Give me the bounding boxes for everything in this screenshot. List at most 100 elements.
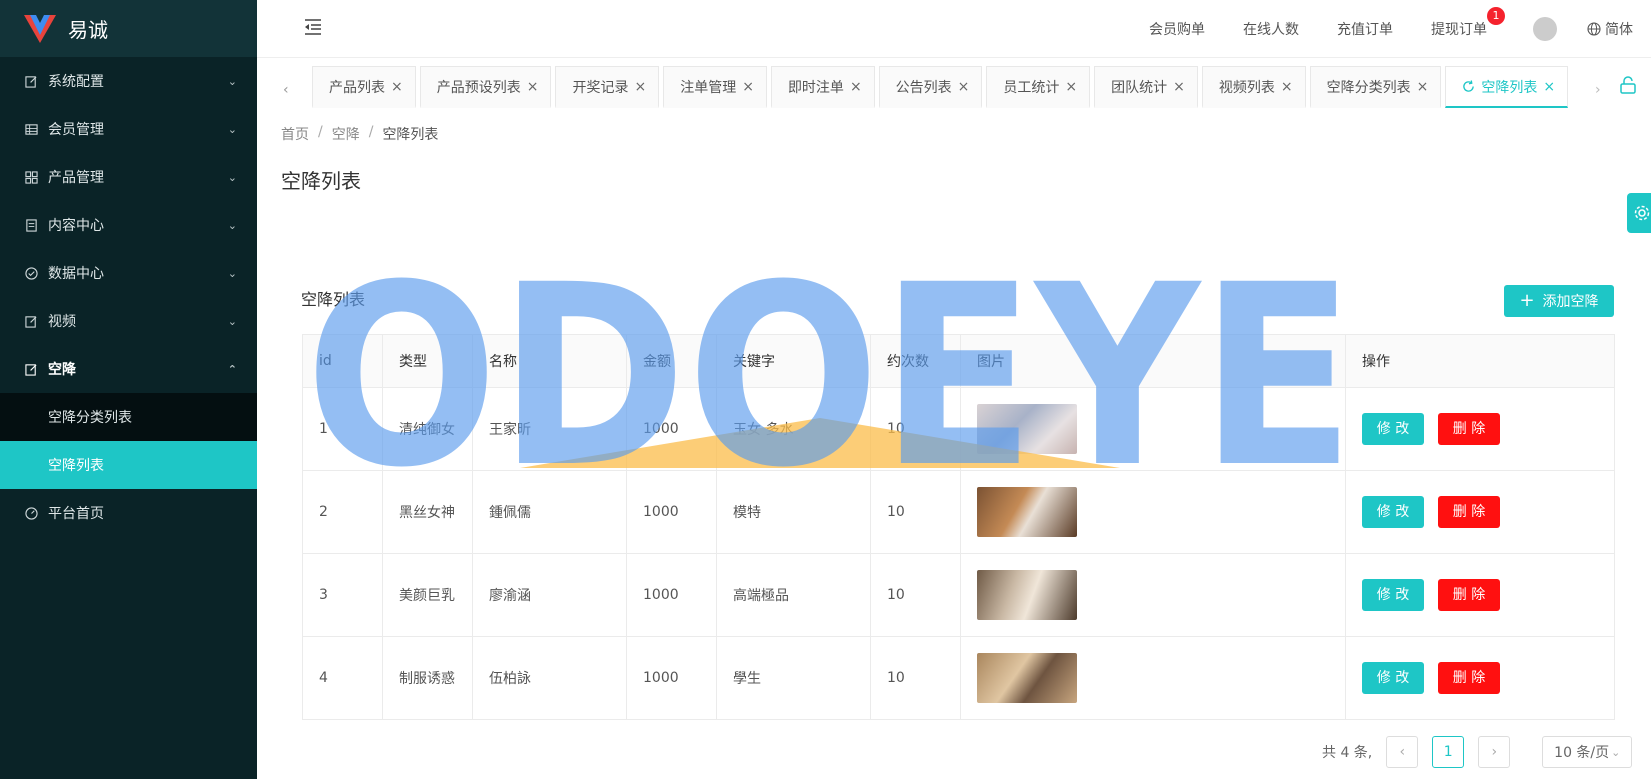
language-label: 简体 [1605, 22, 1633, 38]
tab-team-stats[interactable]: 团队统计 × [1094, 66, 1198, 108]
recharge-orders-link[interactable]: 充值订单 [1337, 19, 1393, 39]
dashboard-icon [24, 506, 38, 520]
delete-button[interactable]: 删 除 [1438, 496, 1500, 528]
edit-button[interactable]: 修 改 [1362, 496, 1424, 528]
sidebar-item-system-config[interactable]: 系统配置 ⌄ [0, 57, 257, 105]
breadcrumb-separator: / [318, 124, 323, 140]
chevron-right-icon[interactable]: › [1595, 82, 1601, 98]
breadcrumb-airdrop[interactable]: 空降 [332, 124, 360, 144]
tab-airdrop-list[interactable]: 空降列表 × [1445, 66, 1569, 108]
tab-label: 产品列表 [329, 79, 385, 96]
menu-fold-icon[interactable] [303, 17, 323, 37]
cell-image [960, 636, 1346, 720]
delete-button[interactable]: 删 除 [1438, 579, 1500, 611]
cell-count: 10 [870, 636, 961, 720]
close-icon[interactable]: × [1065, 79, 1077, 95]
thumbnail-image[interactable] [977, 487, 1077, 537]
edit-button[interactable]: 修 改 [1362, 579, 1424, 611]
chevron-down-icon: ⌄ [1611, 745, 1621, 759]
member-orders-link[interactable]: 会员购单 [1149, 19, 1205, 39]
breadcrumb: 首页 / 空降 / 空降列表 [281, 124, 438, 144]
tab-bet-management[interactable]: 注单管理 × [663, 66, 767, 108]
sidebar-item-data-center[interactable]: 数据中心 ⌄ [0, 249, 257, 297]
cell-keywords: 模特 [716, 470, 871, 554]
column-header-actions: 操作 [1345, 334, 1615, 388]
cell-id: 3 [302, 553, 383, 637]
tab-label: 员工统计 [1003, 79, 1060, 96]
close-icon[interactable]: × [527, 79, 539, 95]
gear-icon [1634, 205, 1650, 221]
sidebar-item-platform-home[interactable]: 平台首页 [0, 489, 257, 537]
sidebar-item-product-management[interactable]: 产品管理 ⌄ [0, 153, 257, 201]
tabs: 产品列表 × 产品预设列表 × 开奖记录 × 注单管理 × 即时注单 × 公告列表 × 员工… [312, 66, 1572, 108]
thumbnail-image[interactable] [977, 653, 1077, 703]
page-size-select[interactable]: 10 条/页 ⌄ [1542, 736, 1633, 768]
close-icon[interactable]: × [1543, 79, 1555, 95]
table-header-row: id 类型 名称 金额 关键字 约次数 图片 操作 [302, 334, 1615, 388]
tab-label: 空降分类列表 [1326, 79, 1411, 96]
unlock-icon[interactable] [1620, 76, 1636, 94]
edit-icon [24, 74, 38, 88]
avatar[interactable] [1533, 17, 1557, 41]
cell-count: 10 [870, 553, 961, 637]
sidebar-subitem-airdrop-list[interactable]: 空降列表 [0, 441, 257, 489]
sidebar-item-label: 视频 [48, 314, 76, 330]
tab-staff-stats[interactable]: 员工统计 × [986, 66, 1091, 108]
page-title: 空降列表 [281, 169, 361, 193]
sidebar-item-airdrop[interactable]: 空降 ⌃ [0, 345, 257, 393]
page-number-button[interactable]: 1 [1432, 736, 1465, 768]
tab-live-bets[interactable]: 即时注单 × [770, 66, 875, 108]
add-airdrop-button[interactable]: + 添加空降 [1504, 285, 1614, 317]
close-icon[interactable]: × [1417, 79, 1429, 95]
close-icon[interactable]: × [1281, 79, 1293, 95]
page-size-value: 10 条/页 [1554, 745, 1610, 761]
refresh-icon[interactable] [1462, 80, 1475, 93]
thumbnail-image[interactable] [977, 404, 1077, 454]
prev-page-button[interactable]: ‹ [1386, 736, 1419, 768]
tab-lottery-records[interactable]: 开奖记录 × [555, 66, 660, 108]
cell-name: 王家昕 [472, 387, 627, 471]
sidebar-subitem-airdrop-category[interactable]: 空降分类列表 [0, 393, 257, 441]
withdraw-orders-link[interactable]: 提现订单 1 [1431, 7, 1505, 39]
language-switch[interactable]: 简体 [1587, 19, 1633, 39]
close-icon[interactable]: × [1173, 79, 1185, 95]
thumbnail-image[interactable] [977, 570, 1077, 620]
edit-button[interactable]: 修 改 [1362, 413, 1424, 445]
close-icon[interactable]: × [742, 79, 754, 95]
chevron-down-icon: ⌄ [227, 74, 237, 88]
tab-announcement-list[interactable]: 公告列表 × [878, 66, 983, 108]
chevron-down-icon: ⌄ [227, 314, 237, 328]
cell-type: 美颜巨乳 [382, 553, 473, 637]
delete-button[interactable]: 删 除 [1438, 413, 1500, 445]
close-icon[interactable]: × [634, 79, 646, 95]
tab-airdrop-category-list[interactable]: 空降分类列表 × [1309, 66, 1442, 108]
cell-amount: 1000 [626, 470, 717, 554]
delete-button[interactable]: 删 除 [1438, 662, 1500, 694]
chevron-left-icon[interactable]: ‹ [283, 82, 289, 98]
sidebar-item-content-center[interactable]: 内容中心 ⌄ [0, 201, 257, 249]
close-icon[interactable]: × [850, 79, 862, 95]
table-icon [24, 122, 38, 136]
edit-button[interactable]: 修 改 [1362, 662, 1424, 694]
sidebar-item-label: 空降 [48, 362, 76, 378]
tab-product-list[interactable]: 产品列表 × [312, 66, 416, 108]
sidebar-item-video[interactable]: 视频 ⌄ [0, 297, 257, 345]
close-icon[interactable]: × [391, 79, 403, 95]
logo[interactable]: 易诚 [0, 0, 257, 57]
sidebar-item-label: 系统配置 [48, 74, 104, 90]
next-page-button[interactable]: › [1478, 736, 1511, 768]
tab-video-list[interactable]: 视频列表 × [1201, 66, 1306, 108]
tab-label: 产品预设列表 [436, 79, 521, 96]
tab-label: 公告列表 [895, 79, 952, 96]
close-icon[interactable]: × [958, 79, 970, 95]
cell-image [960, 553, 1346, 637]
tab-product-preset-list[interactable]: 产品预设列表 × [419, 66, 552, 108]
cell-id: 4 [302, 636, 383, 720]
online-users-link[interactable]: 在线人数 [1243, 19, 1299, 39]
breadcrumb-home[interactable]: 首页 [281, 124, 309, 144]
sidebar-submenu: 空降分类列表 空降列表 [0, 393, 257, 489]
sidebar-item-member-management[interactable]: 会员管理 ⌄ [0, 105, 257, 153]
notification-badge: 1 [1487, 7, 1505, 25]
tab-label: 注单管理 [680, 79, 737, 96]
settings-drawer-toggle[interactable] [1627, 193, 1651, 233]
